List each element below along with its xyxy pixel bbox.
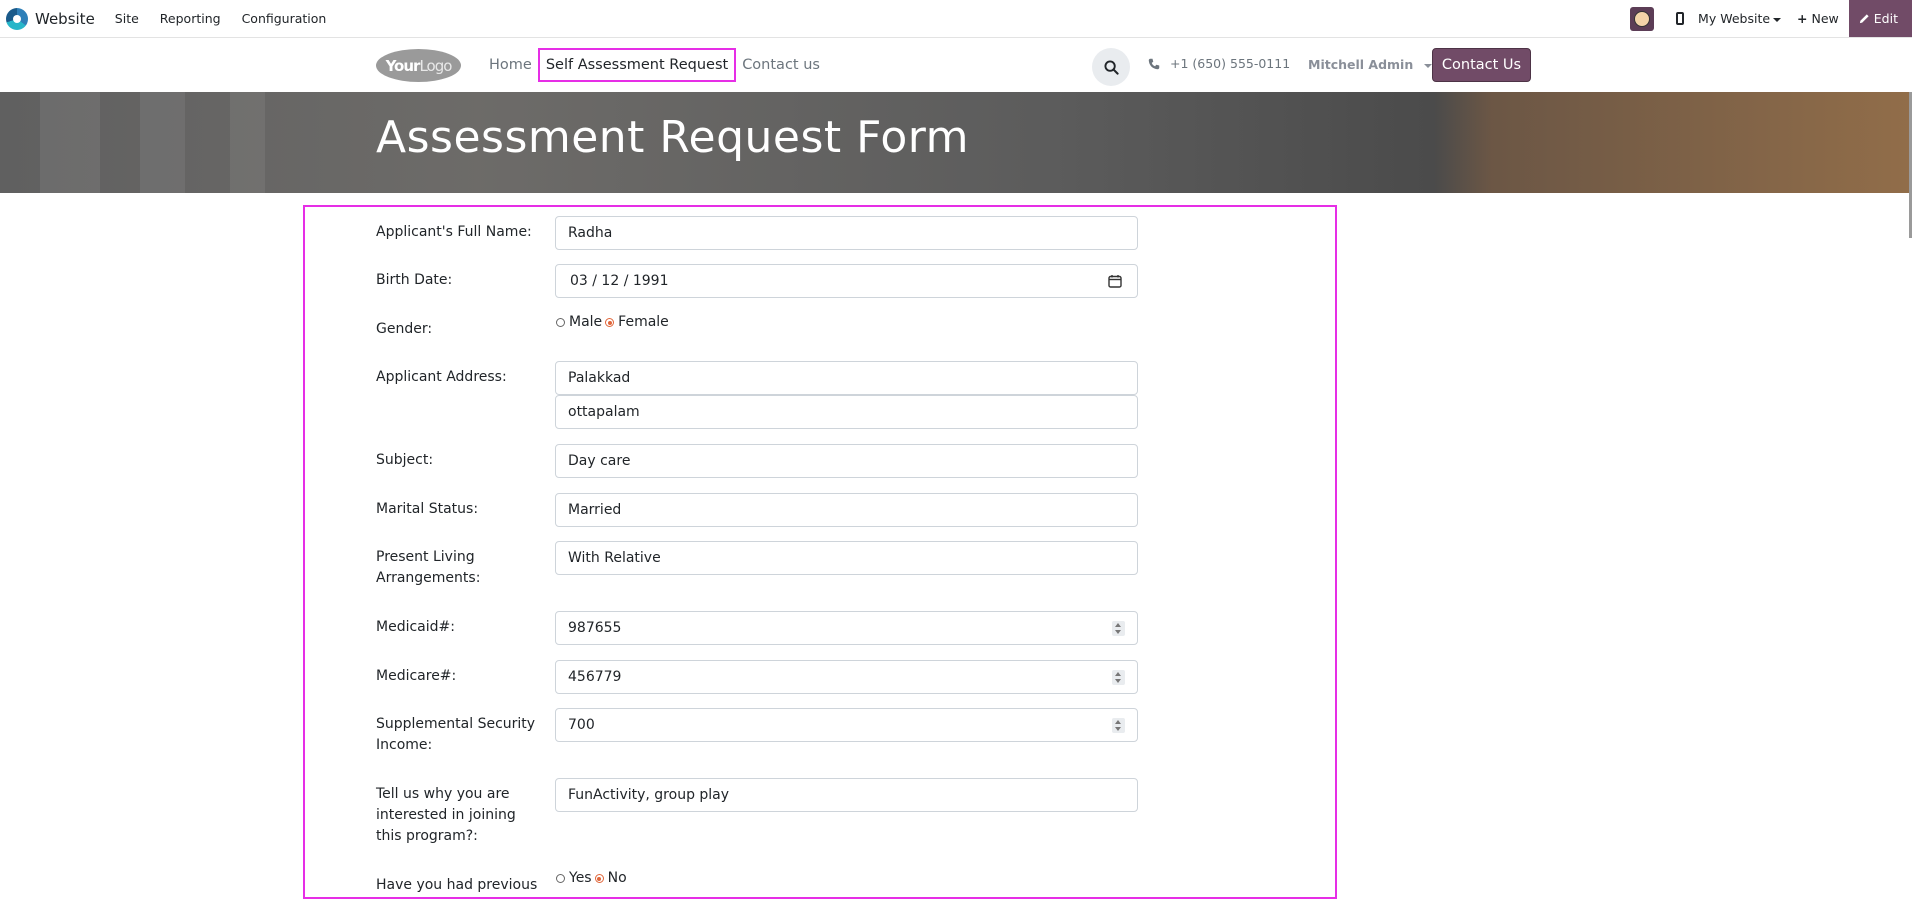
previous-yes-radio[interactable] <box>556 874 565 883</box>
subject-label: Subject: <box>376 452 434 468</box>
ssi-value: 700 <box>568 717 595 733</box>
why-join-value: FunActivity, group play <box>568 787 730 803</box>
full-name-input[interactable]: Radha <box>555 216 1138 250</box>
site-logo[interactable]: Your Logo <box>376 49 461 82</box>
previous-yes-label[interactable]: Yes <box>569 870 592 886</box>
nav-self-assessment-request[interactable]: Self Assessment Request <box>537 48 737 82</box>
gender-male-radio[interactable] <box>556 318 565 327</box>
search-icon <box>1103 59 1119 75</box>
marital-status-label: Marital Status: <box>376 501 479 517</box>
hero-decoration <box>140 92 185 193</box>
gender-male-label[interactable]: Male <box>569 314 602 330</box>
user-avatar[interactable] <box>1630 6 1655 31</box>
number-spinner-icon[interactable] <box>1112 670 1125 685</box>
site-header: Your Logo Home Self Assessment Request Co… <box>0 38 1912 92</box>
living-arrangements-value: With Relative <box>568 550 661 566</box>
medicaid-label: Medicaid#: <box>376 619 455 635</box>
calendar-icon[interactable] <box>1108 274 1122 288</box>
new-label: New <box>1811 11 1839 26</box>
nav-home[interactable]: Home <box>489 57 532 73</box>
edit-button[interactable]: Edit <box>1848 0 1912 37</box>
hero-banner: Assessment Request Form <box>0 92 1912 193</box>
marital-status-input[interactable]: Married <box>555 493 1138 527</box>
medicaid-input[interactable]: 987655 <box>555 611 1138 645</box>
nav-contact-us[interactable]: Contact us <box>742 57 820 73</box>
menu-reporting[interactable]: Reporting <box>160 11 221 26</box>
birth-date-value: 03 / 12 / 1991 <box>570 273 669 289</box>
mobile-preview-icon[interactable] <box>1676 12 1685 25</box>
caret-down-icon <box>1423 63 1432 68</box>
admin-bar: Website Site Reporting Configuration My … <box>0 0 1912 38</box>
page-title: Assessment Request Form <box>376 112 969 163</box>
my-website-dropdown[interactable]: My Website <box>1698 11 1782 26</box>
pencil-icon <box>1859 14 1869 24</box>
previous-label: Have you had previous <box>376 877 538 893</box>
why-join-input[interactable]: FunActivity, group play <box>555 778 1138 812</box>
plus-icon: + <box>1797 11 1808 26</box>
full-name-label: Applicant's Full Name: <box>376 224 532 240</box>
hero-decoration <box>230 92 265 193</box>
menu-site[interactable]: Site <box>115 11 139 26</box>
subject-value: Day care <box>568 453 631 469</box>
medicare-label: Medicare#: <box>376 668 457 684</box>
address-line2-value: ottapalam <box>568 404 640 420</box>
number-spinner-icon[interactable] <box>1112 718 1125 733</box>
gender-label: Gender: <box>376 321 433 337</box>
medicare-value: 456779 <box>568 669 622 685</box>
hero-decoration <box>40 92 100 193</box>
logo-bold-text: Your <box>385 56 421 75</box>
living-arrangements-input[interactable]: With Relative <box>555 541 1138 575</box>
user-dropdown[interactable]: Mitchell Admin <box>1308 57 1432 72</box>
ssi-label: Supplemental Security Income: <box>376 716 536 753</box>
gender-female-label[interactable]: Female <box>618 314 669 330</box>
avatar-face-icon <box>1634 10 1651 27</box>
why-join-label: Tell us why you are interested in joinin… <box>376 786 516 844</box>
address-line1-value: Palakkad <box>568 370 631 386</box>
previous-no-radio[interactable] <box>594 874 604 883</box>
my-website-label: My Website <box>1698 11 1771 26</box>
edit-label: Edit <box>1873 11 1898 26</box>
birth-date-label: Birth Date: <box>376 272 453 288</box>
gender-female-radio[interactable] <box>605 318 615 327</box>
logo-light-text: Logo <box>419 56 452 75</box>
odoo-website-icon <box>6 7 28 30</box>
full-name-value: Radha <box>568 225 613 241</box>
main-nav: Home Self Assessment Request Contact us <box>489 38 840 92</box>
marital-status-value: Married <box>568 502 622 518</box>
address-line1-input[interactable]: Palakkad <box>555 361 1138 395</box>
admin-menu: Site Reporting Configuration <box>115 11 348 26</box>
admin-right-tools: My Website + New Edit <box>1630 0 1912 37</box>
birth-date-input[interactable]: 03 / 12 / 1991 <box>555 264 1138 298</box>
medicaid-value: 987655 <box>568 620 622 636</box>
address-label: Applicant Address: <box>376 369 507 385</box>
living-arrangements-label: Present Living Arrangements: <box>376 549 481 586</box>
ssi-input[interactable]: 700 <box>555 708 1138 742</box>
phone-number: +1 (650) 555-0111 <box>1170 56 1291 71</box>
gender-radio-group: Male Female <box>556 314 672 330</box>
website-app-logo[interactable]: Website <box>6 7 95 30</box>
user-name: Mitchell Admin <box>1308 57 1414 72</box>
search-button[interactable] <box>1092 48 1130 86</box>
contact-us-button[interactable]: Contact Us <box>1432 48 1531 82</box>
menu-configuration[interactable]: Configuration <box>242 11 327 26</box>
phone-link[interactable]: +1 (650) 555-0111 <box>1148 56 1290 71</box>
medicare-input[interactable]: 456779 <box>555 660 1138 694</box>
caret-down-icon <box>1773 17 1782 22</box>
previous-radio-group: Yes No <box>556 870 630 886</box>
subject-input[interactable]: Day care <box>555 444 1138 478</box>
address-line2-input[interactable]: ottapalam <box>555 395 1138 429</box>
app-title: Website <box>35 9 95 28</box>
phone-icon <box>1148 58 1160 69</box>
previous-no-label[interactable]: No <box>608 870 627 886</box>
number-spinner-icon[interactable] <box>1112 621 1125 636</box>
new-button[interactable]: + New <box>1797 11 1839 26</box>
